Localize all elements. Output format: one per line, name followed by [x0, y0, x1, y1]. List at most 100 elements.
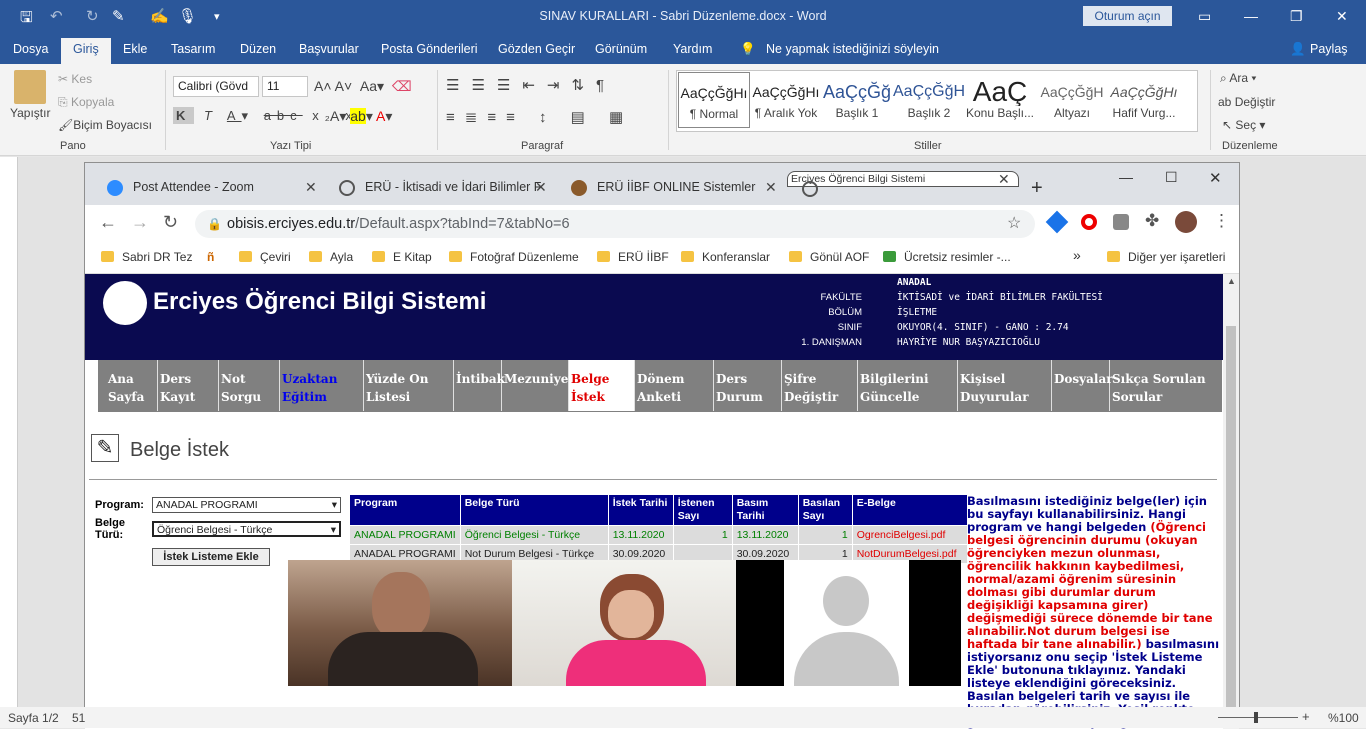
nav-bilgilerini-guncelle[interactable]: Bilgilerini Güncelle: [858, 360, 958, 411]
bookmark[interactable]: Konferanslar: [681, 250, 770, 264]
select-button[interactable]: ↖ Seç ▾: [1222, 118, 1265, 132]
style-normal[interactable]: AaÇçĞğHı ¶ Normal: [678, 72, 750, 128]
nav-ana-sayfa[interactable]: Ana Sayfa: [98, 360, 158, 411]
format-painter-button[interactable]: 🖌Biçim Boyacısı: [58, 118, 152, 132]
participant-placeholder[interactable]: [784, 560, 909, 686]
paste-button[interactable]: Yapıştır: [10, 106, 50, 120]
bookmark-other[interactable]: Diğer yer işaretleri: [1107, 250, 1225, 264]
replace-button[interactable]: ab Değiştir: [1218, 95, 1275, 109]
style-subtitle[interactable]: AaÇçĞğH Altyazı: [1036, 72, 1108, 128]
back-icon[interactable]: ←: [99, 212, 117, 233]
close-icon[interactable]: ✕: [998, 172, 1010, 186]
puzzle-icon[interactable]: ✤: [1145, 211, 1159, 231]
forward-icon[interactable]: →: [131, 212, 149, 233]
close-icon[interactable]: ✕: [535, 171, 547, 203]
tab-gozden-gecir[interactable]: Gözden Geçir: [498, 42, 575, 56]
font-size-buttons[interactable]: A˄ A˅ Aa▾ ⌫: [314, 78, 412, 95]
bookmark[interactable]: Ücretsiz resimler -...: [883, 250, 1011, 264]
tab-dosya[interactable]: Dosya: [13, 42, 48, 56]
pdf-link[interactable]: OgrenciBelgesi.pdf: [851, 525, 968, 545]
url-input[interactable]: 🔒 obisis.erciyes.edu.tr/Default.aspx?tabI…: [195, 210, 1035, 238]
nav-belge-istek[interactable]: Belge İstek: [569, 360, 635, 411]
zoom-level[interactable]: %100: [1328, 711, 1359, 725]
minimize-icon[interactable]: —: [1119, 169, 1133, 185]
tab-tasarim[interactable]: Tasarım: [171, 42, 215, 56]
participant-video[interactable]: [288, 560, 512, 686]
sign-in-button[interactable]: Oturum açın: [1083, 6, 1172, 26]
nav-mezuniyet[interactable]: Mezuniyet: [502, 360, 574, 411]
nav-dosyalar[interactable]: Dosyalar: [1052, 360, 1113, 411]
more-bookmarks-icon[interactable]: »: [1073, 247, 1081, 263]
tab-gorunum[interactable]: Görünüm: [595, 42, 647, 56]
tab-posta[interactable]: Posta Gönderileri: [381, 42, 478, 56]
tell-me-box[interactable]: Ne yapmak istediğinizi söyleyin: [766, 42, 939, 56]
tab-ekle[interactable]: Ekle: [123, 42, 147, 56]
nav-not-sorgu[interactable]: Not Sorgu: [219, 360, 280, 411]
tab-yardim[interactable]: Yardım: [673, 42, 712, 56]
scroll-thumb[interactable]: [1226, 326, 1236, 726]
program-select[interactable]: ANADAL PROGRAMI ▾: [152, 497, 341, 513]
cut-button[interactable]: ✂ Kes: [58, 72, 92, 86]
avatar[interactable]: [1175, 211, 1197, 233]
page-count[interactable]: Sayfa 1/2: [8, 711, 59, 725]
style-subtle-emphasis[interactable]: AaÇçĞğHı Hafif Vurg...: [1108, 72, 1180, 128]
zoom-in-icon[interactable]: +: [1302, 709, 1310, 724]
align-buttons[interactable]: ≡≣≡≡ ↕ ▤ ▦: [446, 108, 633, 126]
add-request-button[interactable]: İstek Listeme Ekle: [152, 548, 270, 566]
ribbon-display-icon[interactable]: ▭: [1198, 8, 1211, 25]
browser-tab-online[interactable]: ERÜ İİBF ONLINE Sistemler ✕: [557, 171, 787, 205]
bookmark[interactable]: ERÜ İİBF: [597, 250, 669, 264]
copy-button[interactable]: ⎘ Kopyala: [58, 95, 114, 110]
style-heading1[interactable]: AaÇçĞğ Başlık 1: [821, 72, 893, 128]
nav-ders-kayit[interactable]: Ders Kayıt: [158, 360, 219, 411]
bookmark[interactable]: E Kitap: [372, 250, 432, 264]
browser-tab-iibf[interactable]: ERÜ - İktisadi ve İdari Bilimler F ✕: [325, 171, 555, 205]
bookmark[interactable]: Gönül AOF: [789, 250, 869, 264]
font-size-box[interactable]: 11: [262, 76, 308, 97]
maximize-icon[interactable]: ☐: [1165, 169, 1178, 186]
restore-icon[interactable]: ❐: [1290, 8, 1303, 25]
close-icon[interactable]: ✕: [765, 171, 777, 203]
extension-icon[interactable]: [1045, 210, 1069, 234]
opera-icon[interactable]: [1081, 214, 1097, 230]
participant-video[interactable]: [512, 560, 736, 686]
page-scrollbar[interactable]: ▲: [1223, 274, 1239, 729]
close-icon[interactable]: ✕: [1336, 8, 1348, 25]
clipboard-icon[interactable]: [14, 70, 46, 104]
nav-sifre-degistir[interactable]: Şifre Değiştir: [782, 360, 858, 411]
bookmark[interactable]: Sabri DR Tez: [101, 250, 192, 264]
text-color-buttons[interactable]: A▾ ab▾ A▾: [330, 108, 392, 125]
screenshot-icon[interactable]: [1113, 214, 1129, 230]
font-name-box[interactable]: Calibri (Gövd: [173, 76, 259, 97]
tab-duzen[interactable]: Düzen: [240, 42, 276, 56]
bookmark[interactable]: Ayla: [309, 250, 353, 264]
tab-giris[interactable]: Giriş: [61, 38, 111, 64]
share-button[interactable]: Paylaş: [1310, 42, 1348, 56]
star-icon[interactable]: ☆: [1007, 210, 1021, 238]
nav-uzaktan-egitim[interactable]: Uzaktan Eğitim: [280, 360, 364, 411]
tab-basvurular[interactable]: Başvurular: [299, 42, 359, 56]
browser-tab-obisis[interactable]: Erciyes Öğrenci Bilgi Sistemi ✕: [787, 171, 1019, 197]
style-title[interactable]: AaÇ Konu Başlı...: [964, 72, 1036, 128]
nav-ders-durum[interactable]: Ders Durum: [714, 360, 782, 411]
nav-kisisel-duyurular[interactable]: Kişisel Duyurular: [958, 360, 1052, 411]
menu-icon[interactable]: ⋮: [1213, 211, 1230, 231]
list-buttons[interactable]: ☰☰☰⇤⇥⇅¶: [446, 76, 616, 94]
style-no-spacing[interactable]: AaÇçĞğHı ¶ Aralık Yok: [750, 72, 822, 128]
close-icon[interactable]: ✕: [305, 171, 317, 203]
style-heading2[interactable]: AaÇçĞğH Başlık 2: [893, 72, 965, 128]
scroll-up-icon[interactable]: ▲: [1227, 276, 1236, 286]
belge-turu-select[interactable]: Öğrenci Belgesi - Türkçe ▾: [152, 521, 341, 537]
nav-donem-anketi[interactable]: Dönem Anketi: [635, 360, 714, 411]
zoom-slider[interactable]: [1218, 717, 1298, 718]
bookmark-icon-only[interactable]: ñ: [207, 250, 214, 264]
bookmark[interactable]: Çeviri: [239, 250, 291, 264]
zoom-slider-thumb[interactable]: [1254, 712, 1258, 723]
browser-tab-zoom[interactable]: Post Attendee - Zoom ✕: [93, 171, 323, 205]
nav-sss[interactable]: Sıkça Sorulan Sorular: [1110, 360, 1220, 411]
nav-yuzde-on[interactable]: Yüzde On Listesi: [364, 360, 454, 411]
minimize-icon[interactable]: —: [1244, 8, 1258, 24]
new-tab-icon[interactable]: +: [1031, 177, 1043, 200]
nav-intibak[interactable]: İntibak: [454, 360, 505, 411]
close-icon[interactable]: ✕: [1209, 169, 1222, 187]
